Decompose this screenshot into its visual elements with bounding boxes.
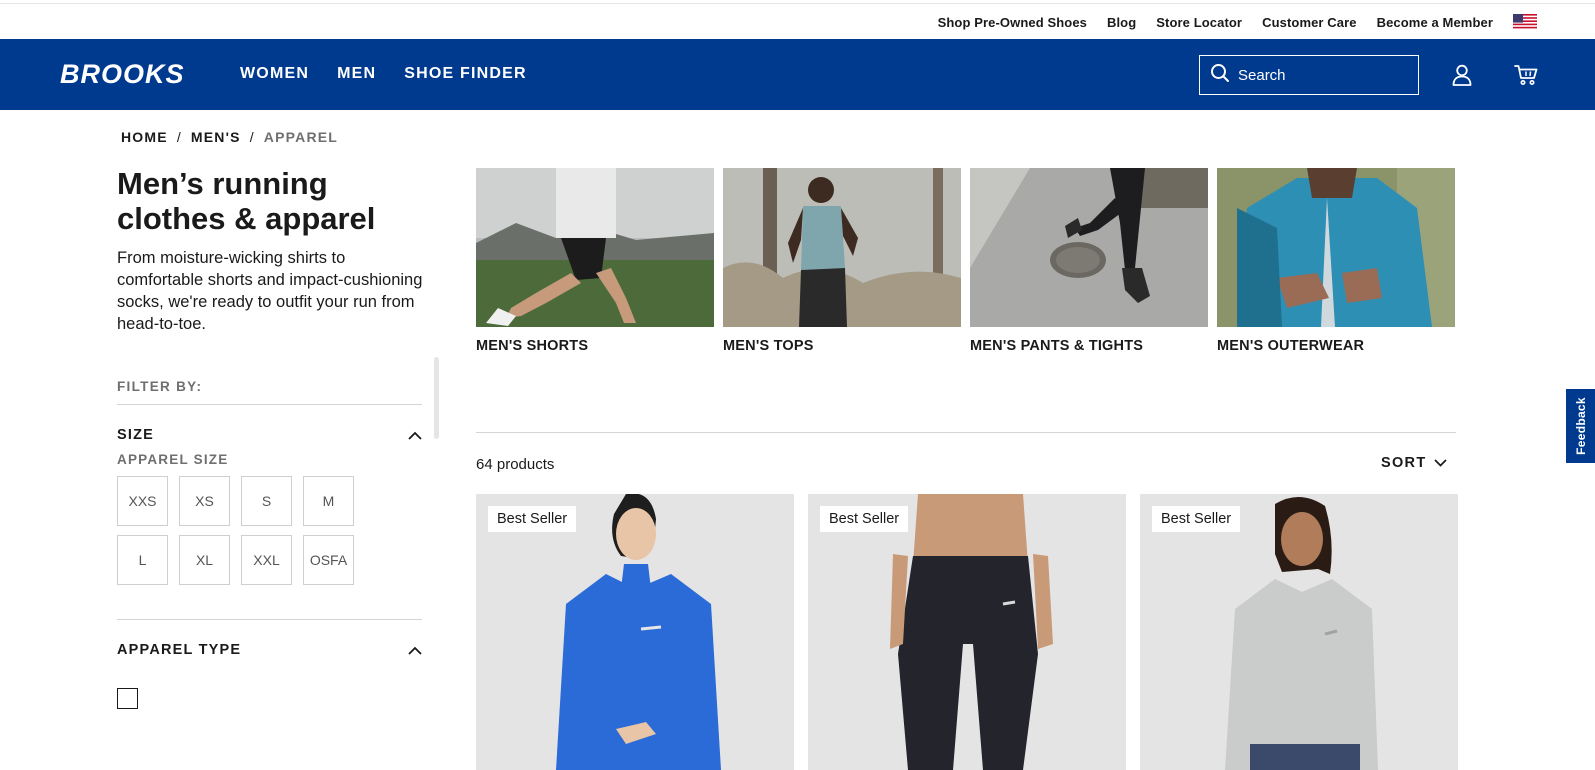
apparel-type-option[interactable]	[117, 688, 422, 709]
nav-men[interactable]: MEN	[337, 65, 376, 83]
search-icon	[1210, 63, 1230, 88]
category-tile-outerwear[interactable]: MEN'S OUTERWEAR	[1217, 168, 1455, 354]
customer-care-link[interactable]: Customer Care	[1262, 15, 1357, 30]
size-option-xxl[interactable]: XXL	[241, 535, 292, 585]
main-nav: WOMEN MEN SHOE FINDER	[240, 65, 527, 83]
product-image[interactable]	[1140, 494, 1458, 770]
filter-panel: FILTER BY: SIZE APPAREL SIZE XXS XS S M …	[117, 370, 422, 715]
category-tile-tops[interactable]: MEN'S TOPS	[723, 168, 961, 354]
brooks-logo[interactable]: BROOKS	[60, 59, 185, 90]
search-input[interactable]	[1238, 66, 1408, 84]
chevron-up-icon	[408, 646, 422, 655]
feedback-label: Feedback	[1573, 397, 1588, 455]
utility-links: Shop Pre-Owned Shoes Blog Store Locator …	[938, 14, 1537, 30]
shop-pre-owned-link[interactable]: Shop Pre-Owned Shoes	[938, 15, 1087, 30]
size-option-xl[interactable]: XL	[179, 535, 230, 585]
apparel-type-label: APPAREL TYPE	[117, 642, 242, 658]
product-card[interactable]: Best Seller	[476, 494, 794, 770]
category-tile-pants[interactable]: MEN'S PANTS & TIGHTS	[970, 168, 1208, 354]
category-label-outerwear[interactable]: MEN'S OUTERWEAR	[1217, 338, 1455, 354]
sort-label: SORT	[1381, 455, 1427, 471]
store-locator-link[interactable]: Store Locator	[1156, 15, 1242, 30]
best-seller-badge: Best Seller	[820, 506, 909, 532]
breadcrumb-separator: /	[249, 129, 255, 145]
product-count: 64 products	[476, 456, 555, 473]
cart-icon[interactable]	[1514, 63, 1538, 87]
main-header: BROOKS WOMEN MEN SHOE FINDER	[0, 39, 1595, 110]
apparel-size-label: APPAREL SIZE	[117, 452, 229, 467]
product-card[interactable]: Best Seller	[808, 494, 1126, 770]
chevron-up-icon	[408, 431, 422, 440]
category-image-pants[interactable]	[970, 168, 1208, 327]
size-option-m[interactable]: M	[303, 476, 354, 526]
breadcrumb-separator: /	[176, 129, 182, 145]
chevron-down-icon	[1434, 459, 1448, 467]
apparel-type-checkbox[interactable]	[117, 688, 138, 709]
filter-scrollbar[interactable]	[434, 357, 439, 439]
apparel-type-filter-toggle[interactable]: APPAREL TYPE	[117, 620, 422, 680]
size-filter-label: SIZE	[117, 427, 155, 443]
category-label-tops[interactable]: MEN'S TOPS	[723, 338, 961, 354]
results-divider	[476, 432, 1456, 433]
size-grid: XXS XS S M L XL XXL OSFA	[117, 476, 422, 585]
breadcrumb-home[interactable]: HOME	[121, 129, 168, 145]
product-card[interactable]: Best Seller	[1140, 494, 1458, 770]
best-seller-badge: Best Seller	[488, 506, 577, 532]
category-label-shorts[interactable]: MEN'S SHORTS	[476, 338, 714, 354]
size-option-xxs[interactable]: XXS	[117, 476, 168, 526]
page-description: From moisture-wicking shirts to comforta…	[117, 249, 423, 333]
size-option-s[interactable]: S	[241, 476, 292, 526]
utility-bar: Shop Pre-Owned Shoes Blog Store Locator …	[0, 3, 1595, 39]
size-option-osfa[interactable]: OSFA	[303, 535, 354, 585]
category-image-outerwear[interactable]	[1217, 168, 1455, 327]
account-icon[interactable]	[1450, 63, 1474, 87]
breadcrumb-current: APPAREL	[263, 129, 339, 145]
feedback-tab[interactable]: Feedback	[1566, 389, 1595, 463]
size-option-xs[interactable]: XS	[179, 476, 230, 526]
breadcrumb: HOME / MEN'S / APPAREL	[121, 129, 338, 145]
size-option-l[interactable]: L	[117, 535, 168, 585]
filter-heading: FILTER BY:	[117, 370, 422, 405]
category-image-tops[interactable]	[723, 168, 961, 327]
category-image-shorts[interactable]	[476, 168, 714, 327]
category-tile-shorts[interactable]: MEN'S SHORTS	[476, 168, 714, 354]
page-title: Men’s running clothes & apparel	[117, 166, 376, 236]
search-box[interactable]	[1199, 55, 1419, 95]
best-seller-badge: Best Seller	[1152, 506, 1241, 532]
sort-button[interactable]: SORT	[1381, 455, 1448, 471]
product-image[interactable]	[808, 494, 1126, 770]
category-label-pants[interactable]: MEN'S PANTS & TIGHTS	[970, 338, 1208, 354]
nav-women[interactable]: WOMEN	[240, 65, 309, 83]
become-member-link[interactable]: Become a Member	[1377, 15, 1493, 30]
breadcrumb-mens[interactable]: MEN'S	[191, 129, 241, 145]
blog-link[interactable]: Blog	[1107, 15, 1136, 30]
us-flag-icon[interactable]	[1513, 14, 1537, 30]
product-image[interactable]	[476, 494, 794, 770]
nav-shoe-finder[interactable]: SHOE FINDER	[404, 65, 527, 83]
